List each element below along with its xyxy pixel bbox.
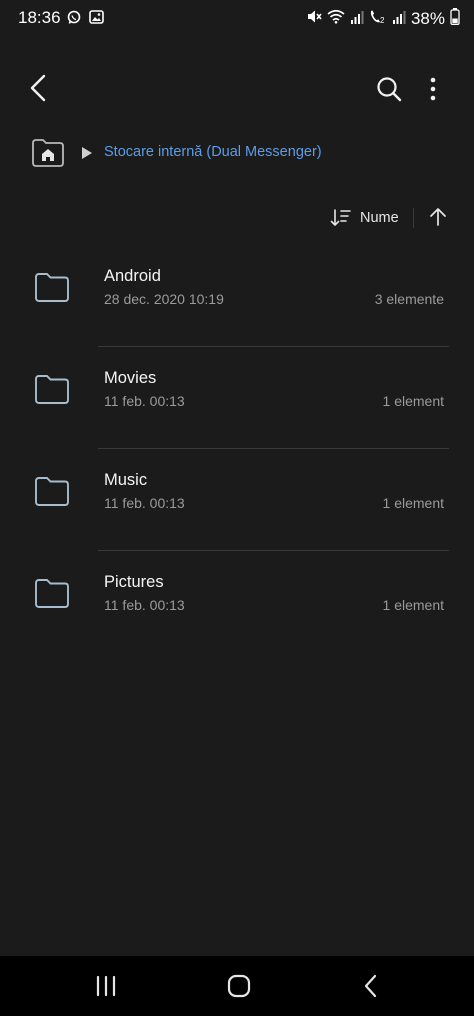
item-name: Android bbox=[104, 267, 161, 285]
item-name: Music bbox=[104, 471, 148, 489]
status-time: 18:36 bbox=[18, 8, 61, 27]
breadcrumb: Stocare internă (Dual Messenger) bbox=[0, 134, 474, 174]
list-item[interactable]: Android 28 dec. 2020 10:19 3 elemente bbox=[0, 245, 474, 347]
signal-icon bbox=[350, 10, 364, 29]
svg-text:2: 2 bbox=[380, 16, 385, 24]
item-date: 11 feb. 00:13 bbox=[104, 393, 185, 409]
mute-icon bbox=[306, 9, 322, 29]
folder-icon bbox=[34, 475, 70, 507]
item-name: Pictures bbox=[104, 573, 164, 591]
item-date: 11 feb. 00:13 bbox=[104, 597, 185, 613]
arrow-up-icon bbox=[430, 208, 446, 226]
sort-direction-button[interactable] bbox=[426, 205, 450, 229]
more-options-button[interactable] bbox=[420, 72, 446, 106]
home-button[interactable] bbox=[31, 138, 65, 168]
status-bar: 18:36 2 38% bbox=[0, 0, 474, 36]
home-folder-icon bbox=[32, 139, 64, 167]
item-name: Movies bbox=[104, 369, 157, 387]
item-count: 1 element bbox=[382, 495, 444, 511]
sort-bar: Nume bbox=[0, 200, 474, 234]
breadcrumb-current-location[interactable]: Stocare internă (Dual Messenger) bbox=[104, 144, 322, 160]
item-count: 3 elemente bbox=[374, 291, 444, 307]
folder-icon bbox=[34, 577, 70, 609]
item-count: 1 element bbox=[382, 597, 444, 613]
back-arrow-icon bbox=[30, 74, 46, 102]
battery-icon bbox=[450, 8, 460, 30]
list-item[interactable]: Pictures 11 feb. 00:13 1 element bbox=[0, 551, 474, 653]
search-icon bbox=[377, 77, 402, 102]
back-button[interactable] bbox=[22, 70, 56, 106]
sort-by-label: Nume bbox=[360, 210, 399, 226]
search-button[interactable] bbox=[372, 72, 406, 106]
navigation-bar bbox=[0, 956, 474, 1016]
battery-percentage: 38% bbox=[410, 9, 445, 28]
list-item[interactable]: Movies 11 feb. 00:13 1 element bbox=[0, 347, 474, 449]
item-count: 1 element bbox=[382, 393, 444, 409]
recent-apps-button[interactable] bbox=[94, 974, 118, 998]
list-item[interactable]: Music 11 feb. 00:13 1 element bbox=[0, 449, 474, 551]
sort-divider bbox=[413, 208, 414, 228]
breadcrumb-arrow-icon bbox=[81, 146, 93, 160]
volte-call-icon: 2 bbox=[369, 9, 387, 29]
sort-icon bbox=[330, 209, 351, 226]
back-nav-icon bbox=[364, 974, 377, 998]
recent-apps-icon bbox=[96, 975, 116, 997]
back-nav-button[interactable] bbox=[360, 972, 382, 1000]
signal-icon bbox=[392, 10, 406, 29]
item-date: 11 feb. 00:13 bbox=[104, 495, 185, 511]
sort-by-button[interactable]: Nume bbox=[330, 204, 399, 232]
gallery-icon bbox=[89, 10, 104, 30]
item-date: 28 dec. 2020 10:19 bbox=[104, 291, 224, 307]
whatsapp-icon bbox=[67, 10, 81, 30]
home-nav-button[interactable] bbox=[226, 973, 252, 999]
file-list: Android 28 dec. 2020 10:19 3 elemente Mo… bbox=[0, 245, 474, 653]
folder-icon bbox=[34, 271, 70, 303]
folder-icon bbox=[34, 373, 70, 405]
toolbar bbox=[0, 60, 474, 116]
wifi-icon bbox=[327, 9, 345, 29]
home-nav-icon bbox=[227, 974, 251, 998]
more-options-icon bbox=[430, 77, 436, 101]
